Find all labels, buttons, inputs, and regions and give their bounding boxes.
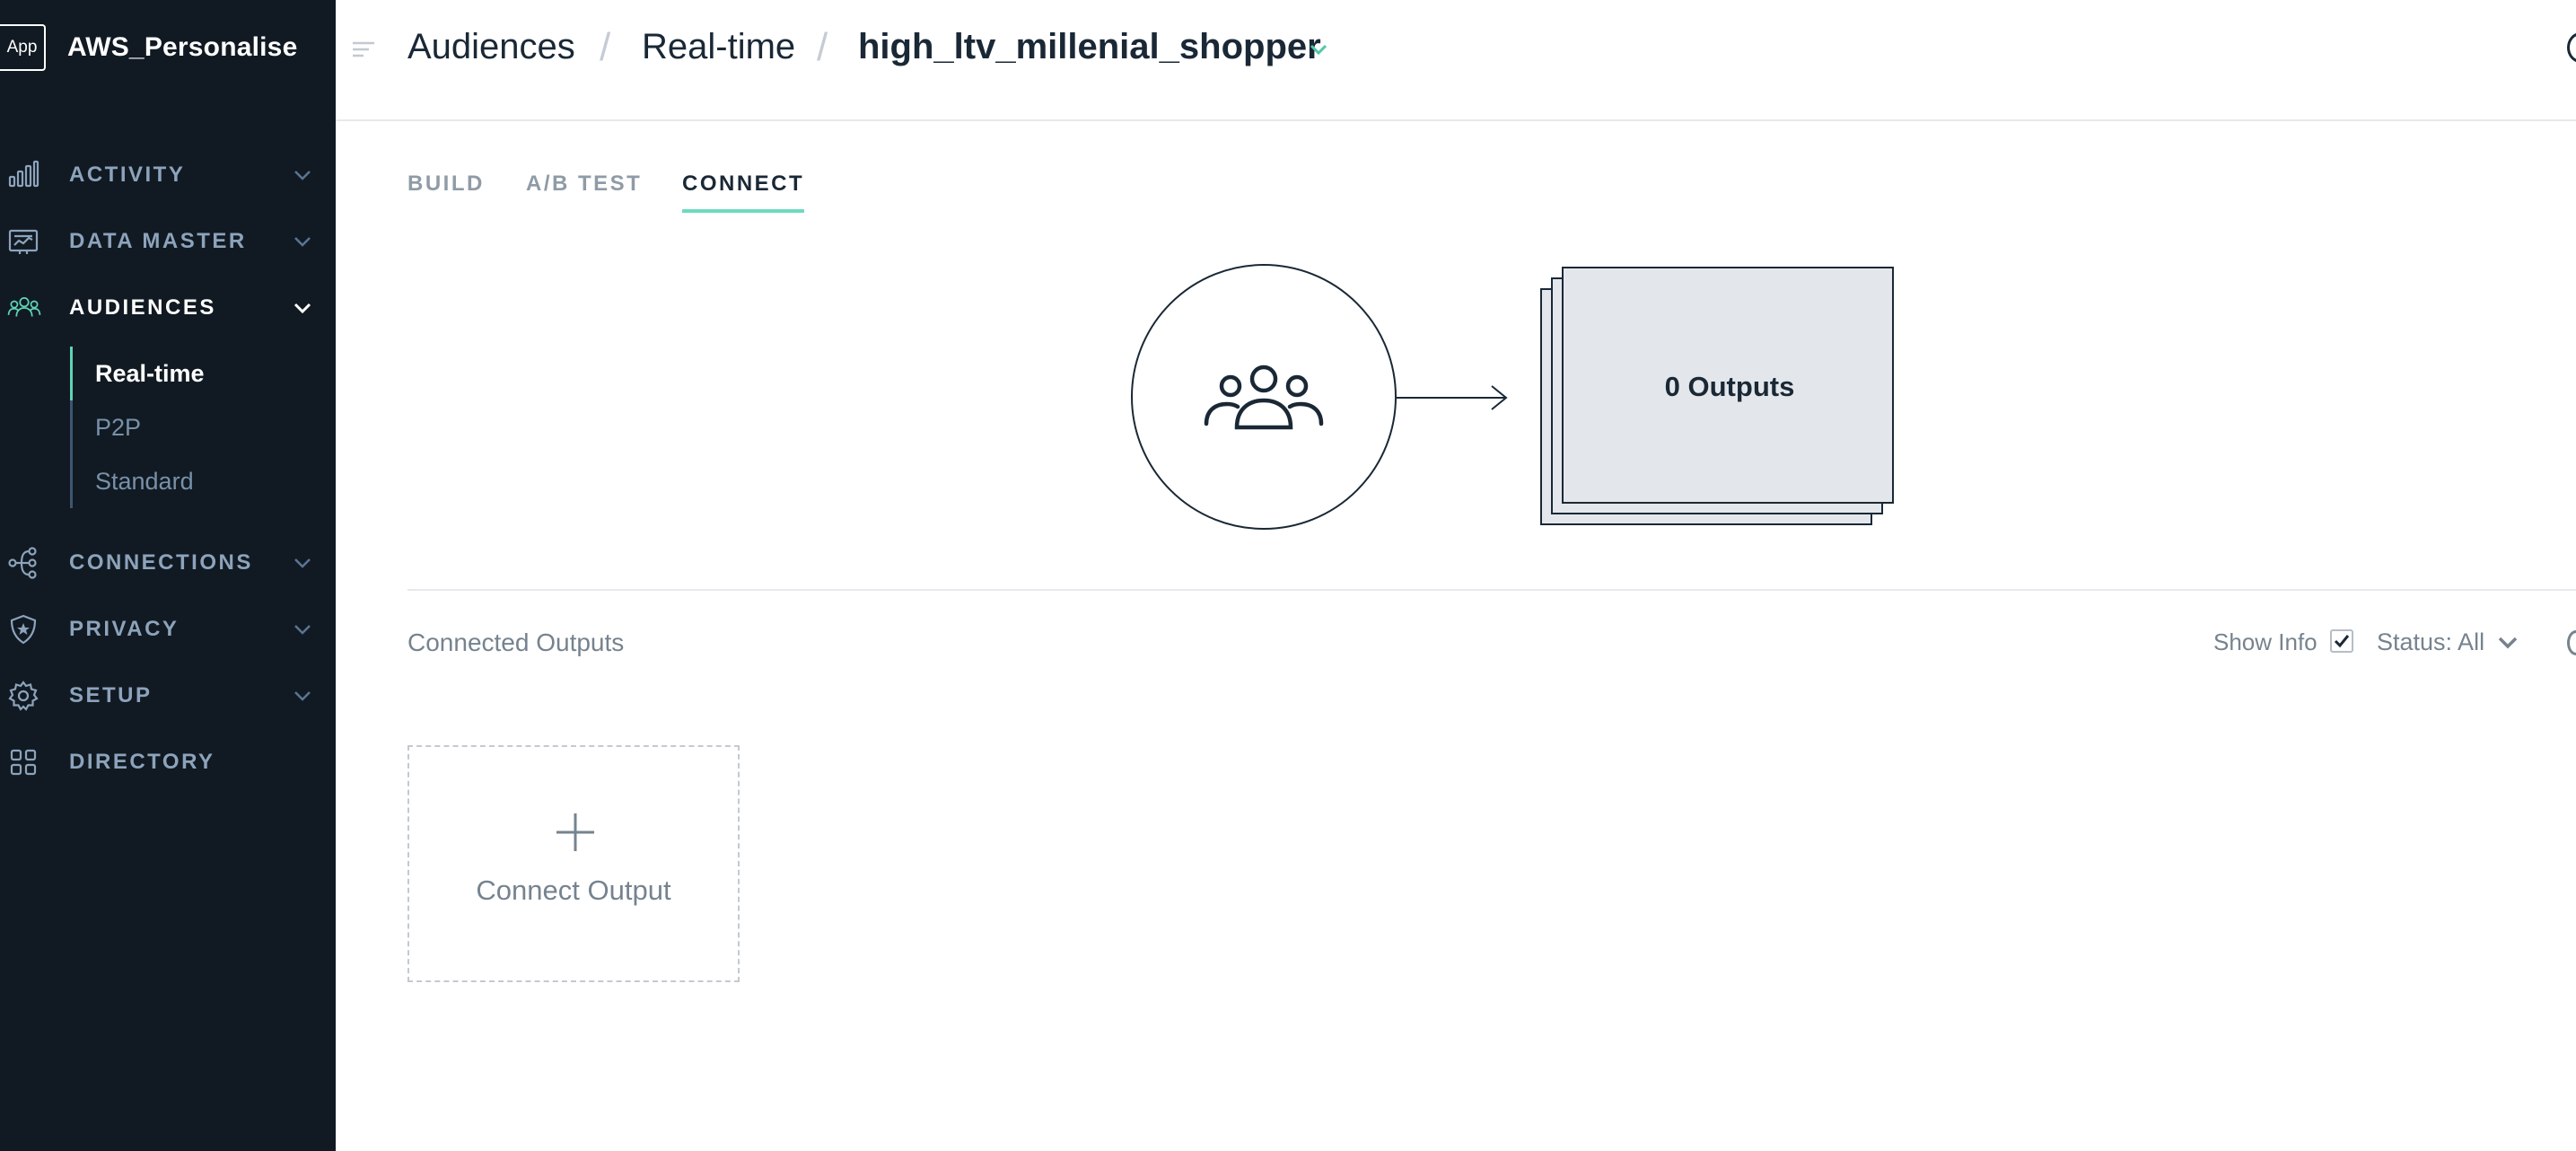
- output-card-front: 0 Outputs: [1562, 267, 1894, 504]
- help-icon[interactable]: [2567, 32, 2576, 63]
- subnav-item-p2p[interactable]: P2P: [70, 400, 336, 454]
- users-icon: [5, 290, 41, 326]
- bar-chart-icon: [5, 157, 41, 193]
- flow-arrow-icon: [1397, 385, 1508, 410]
- chevron-down-icon: [2498, 637, 2518, 648]
- sidebar-item-label: SETUP: [69, 683, 153, 707]
- info-icon[interactable]: [2567, 630, 2576, 655]
- data-board-icon: [5, 224, 41, 259]
- tab-connect[interactable]: CONNECT: [682, 171, 805, 213]
- connect-output-button[interactable]: Connect Output: [407, 745, 740, 982]
- subnav-item-real-time[interactable]: Real-time: [70, 347, 336, 400]
- chevron-down-icon[interactable]: [291, 163, 314, 187]
- breadcrumb-current-audience[interactable]: high_ltv_millenial_shopper: [858, 27, 1321, 67]
- breadcrumb-audiences[interactable]: Audiences: [407, 27, 575, 67]
- sidebar-item-label: AUDIENCES: [69, 295, 216, 320]
- chevron-down-icon[interactable]: [291, 296, 314, 320]
- tab-build[interactable]: BUILD: [407, 171, 485, 209]
- sidebar-item-label: DIRECTORY: [69, 750, 215, 774]
- show-info-checkbox[interactable]: [2330, 629, 2353, 653]
- plus-icon: [556, 813, 594, 851]
- outputs-stack[interactable]: 0 Outputs: [1540, 267, 1894, 527]
- breadcrumb-separator: /: [817, 25, 828, 69]
- show-info-label: Show Info: [2213, 628, 2318, 655]
- sidebar-item-directory[interactable]: DIRECTORY: [0, 735, 336, 789]
- sidebar-item-setup[interactable]: SETUP: [0, 669, 336, 723]
- sidebar-item-audiences[interactable]: AUDIENCES: [0, 281, 336, 335]
- chevron-down-icon[interactable]: [291, 684, 314, 707]
- chevron-down-icon[interactable]: [1305, 36, 1332, 63]
- app-root: App AWS_Personalise ACTIVITY DATA MASTER…: [0, 0, 2576, 1151]
- sidebar-item-label: DATA MASTER: [69, 229, 247, 253]
- shield-star-icon: [5, 611, 41, 647]
- sidebar-item-label: CONNECTIONS: [69, 550, 253, 575]
- subnav-item-standard[interactable]: Standard: [70, 454, 336, 508]
- connect-output-label: Connect Output: [476, 874, 671, 906]
- sidebar-item-data-master[interactable]: DATA MASTER: [0, 215, 336, 268]
- sidebar-item-label: PRIVACY: [69, 617, 180, 641]
- app-name[interactable]: AWS_Personalise: [67, 32, 297, 63]
- audience-source-node[interactable]: [1131, 264, 1397, 530]
- section-divider: [407, 589, 2576, 591]
- status-filter-value: Status: All: [2377, 628, 2485, 655]
- chevron-down-icon[interactable]: [291, 618, 314, 641]
- grid-icon: [5, 744, 41, 780]
- sidebar-item-label: ACTIVITY: [69, 163, 186, 187]
- breadcrumb-real-time[interactable]: Real-time: [642, 27, 795, 67]
- audiences-subnav: Real-time P2P Standard: [70, 347, 336, 508]
- app-logo[interactable]: App: [0, 24, 46, 71]
- connected-outputs-title: Connected Outputs: [407, 628, 625, 656]
- menu-toggle-icon[interactable]: [350, 36, 377, 63]
- sidebar-item-activity[interactable]: ACTIVITY: [0, 148, 336, 202]
- connections-icon: [5, 545, 41, 581]
- chevron-down-icon[interactable]: [291, 551, 314, 575]
- header: Audiences / Real-time / high_ltv_milleni…: [336, 0, 2576, 121]
- status-filter-dropdown[interactable]: Status: All: [2377, 628, 2520, 656]
- tab-ab-test[interactable]: A/B TEST: [526, 171, 642, 209]
- breadcrumb-separator: /: [600, 25, 611, 69]
- sidebar-item-connections[interactable]: CONNECTIONS: [0, 536, 336, 590]
- sidebar: App AWS_Personalise ACTIVITY DATA MASTER…: [0, 0, 336, 1151]
- chevron-down-icon[interactable]: [291, 230, 314, 253]
- audience-group-icon: [1204, 365, 1324, 430]
- outputs-count: 0 Outputs: [1664, 371, 1795, 402]
- sidebar-item-privacy[interactable]: PRIVACY: [0, 602, 336, 656]
- checkmark-icon: [2334, 635, 2350, 648]
- gear-icon: [5, 678, 41, 714]
